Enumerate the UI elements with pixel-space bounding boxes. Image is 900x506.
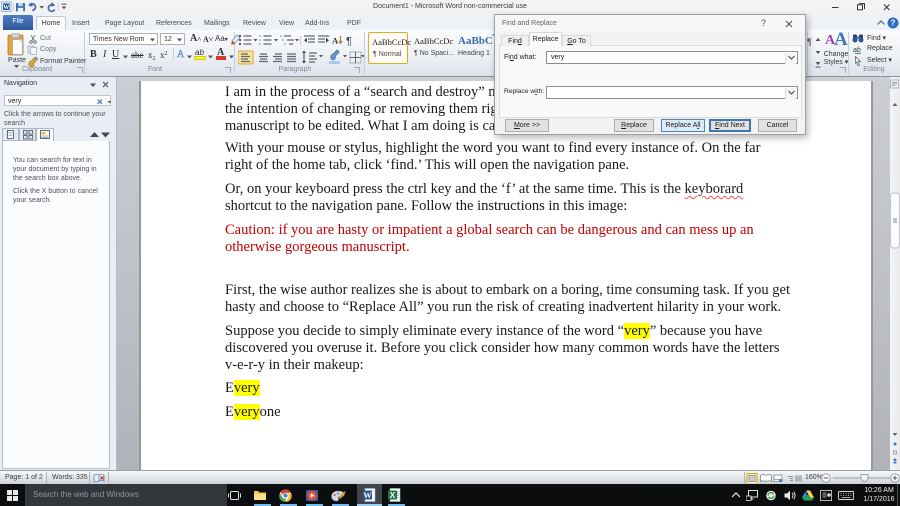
svg-text:X: X [390,490,396,500]
svg-text:A: A [332,36,339,46]
svg-text:?: ? [891,19,896,28]
svg-text:W: W [363,490,372,500]
svg-text:¶: ¶ [346,36,352,48]
svg-text:W: W [3,5,9,11]
